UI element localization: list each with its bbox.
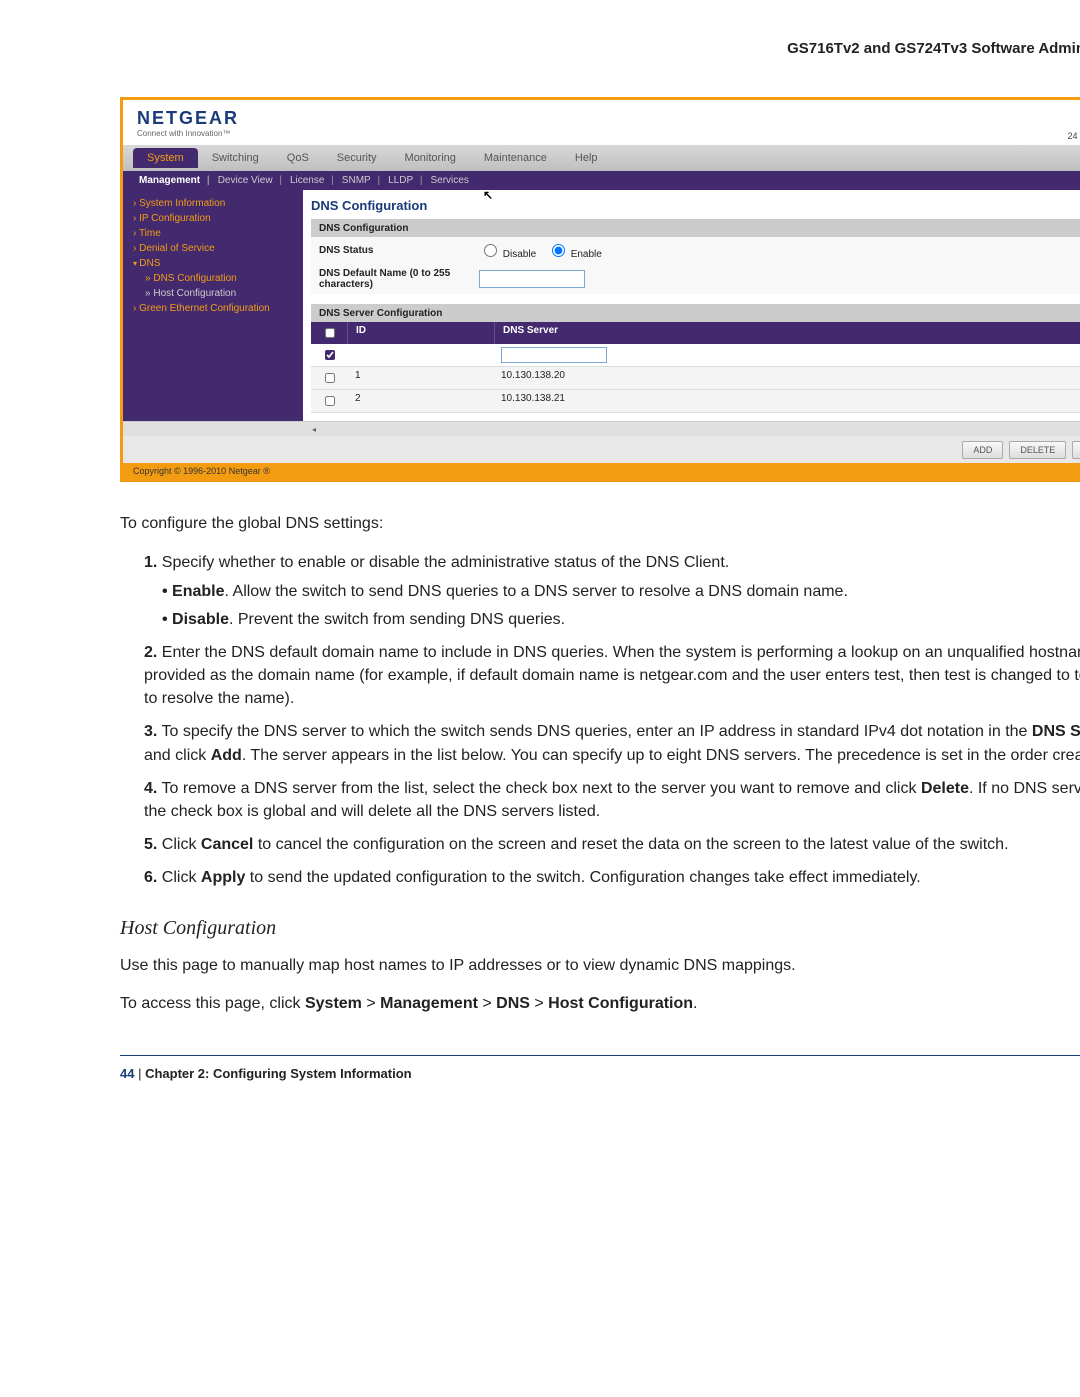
sidebar-item-time[interactable]: Time [123, 226, 303, 241]
copyright: Copyright © 1996-2010 Netgear ® [123, 463, 1080, 479]
hc-text1: Use this page to manually map host names… [120, 954, 1080, 977]
tab-monitoring[interactable]: Monitoring [391, 148, 470, 168]
sidebar-item-ipconfig[interactable]: IP Configuration [123, 211, 303, 226]
col-server: DNS Server [495, 322, 1080, 344]
checkbox-row[interactable] [325, 373, 335, 383]
checkbox-all[interactable] [325, 328, 335, 338]
steps-list: 1. Specify whether to enable or disable … [120, 551, 1080, 889]
tab-system[interactable]: System [133, 148, 198, 168]
cursor-icon: ↖ [483, 188, 493, 202]
radio-enable[interactable]: Enable [547, 249, 602, 260]
section-dns-server: DNS Server Configuration ↖ ? [311, 304, 1080, 322]
table-row-new [311, 344, 1080, 367]
subtab-snmp[interactable]: SNMP [340, 175, 382, 186]
col-id: ID [348, 322, 495, 344]
subtab-management[interactable]: Management [137, 175, 212, 186]
add-button[interactable]: ADD [962, 441, 1003, 459]
section-heading: Host Configuration [120, 917, 1080, 940]
tab-security[interactable]: Security [323, 148, 391, 168]
scrollbar-horizontal[interactable]: ◂▸ [123, 421, 1080, 436]
sub-tabs: Management Device View License SNMP LLDP… [123, 171, 1080, 190]
sidebar-item-dos[interactable]: Denial of Service [123, 241, 303, 256]
subtab-deviceview[interactable]: Device View [216, 175, 284, 186]
sidebar-sub-dnsconfig[interactable]: DNS Configuration [123, 271, 303, 286]
tab-maintenance[interactable]: Maintenance [470, 148, 561, 168]
sidebar-sub-hostconfig[interactable]: Host Configuration [123, 286, 303, 301]
doc-header: GS716Tv2 and GS724Tv3 Software Administr… [120, 40, 1080, 57]
label-dns-default: DNS Default Name (0 to 255 characters) [319, 268, 479, 290]
tab-switching[interactable]: Switching [198, 148, 273, 168]
tab-help[interactable]: Help [561, 148, 612, 168]
sidebar-item-dns[interactable]: DNS [123, 256, 303, 271]
sidebar: System Information IP Configuration Time… [123, 190, 303, 421]
sidebar-item-green[interactable]: Green Ethernet Configuration [123, 301, 303, 316]
sidebar-item-sysinfo[interactable]: System Information [123, 196, 303, 211]
brand-tagline: Connect with Innovation™ [137, 129, 239, 138]
table-row: 1 10.130.138.20 [311, 367, 1080, 390]
button-row: ADD DELETE CANCEL APPLY [123, 436, 1080, 463]
model-desc: 24 Port Gigabit Smart Switch [1067, 131, 1080, 141]
subtab-license[interactable]: License [288, 175, 336, 186]
intro-text: To configure the global DNS settings: [120, 512, 1080, 535]
radio-disable[interactable]: Disable [479, 249, 536, 260]
tab-qos[interactable]: QoS [273, 148, 323, 168]
main-panel: DNS Configuration DNS Configuration ? DN… [303, 190, 1080, 421]
subtab-lldp[interactable]: LLDP [386, 175, 424, 186]
label-dns-status: DNS Status [319, 245, 479, 256]
page-footer: 44 | Chapter 2: Configuring System Infor… [120, 1055, 1080, 1081]
checkbox-row[interactable] [325, 396, 335, 406]
delete-button[interactable]: DELETE [1009, 441, 1066, 459]
model-name: GS724T [1067, 108, 1080, 131]
table-header: ID DNS Server [311, 322, 1080, 344]
panel-title: DNS Configuration [311, 198, 1080, 213]
table-row: 2 10.130.138.21 [311, 390, 1080, 413]
hc-text2: To access this page, click System > Mana… [120, 992, 1080, 1015]
section-dns-config: DNS Configuration ? [311, 219, 1080, 237]
brand-logo: NETGEAR [137, 108, 239, 129]
checkbox-new[interactable] [325, 350, 335, 360]
cancel-button[interactable]: CANCEL [1072, 441, 1080, 459]
input-dns-default[interactable] [479, 270, 585, 288]
subtab-services[interactable]: Services [429, 175, 471, 186]
screenshot: NETGEAR Connect with Innovation™ GS724T … [120, 97, 1080, 482]
input-new-server[interactable] [501, 347, 607, 363]
main-tabs: System Switching QoS Security Monitoring… [123, 145, 1080, 171]
